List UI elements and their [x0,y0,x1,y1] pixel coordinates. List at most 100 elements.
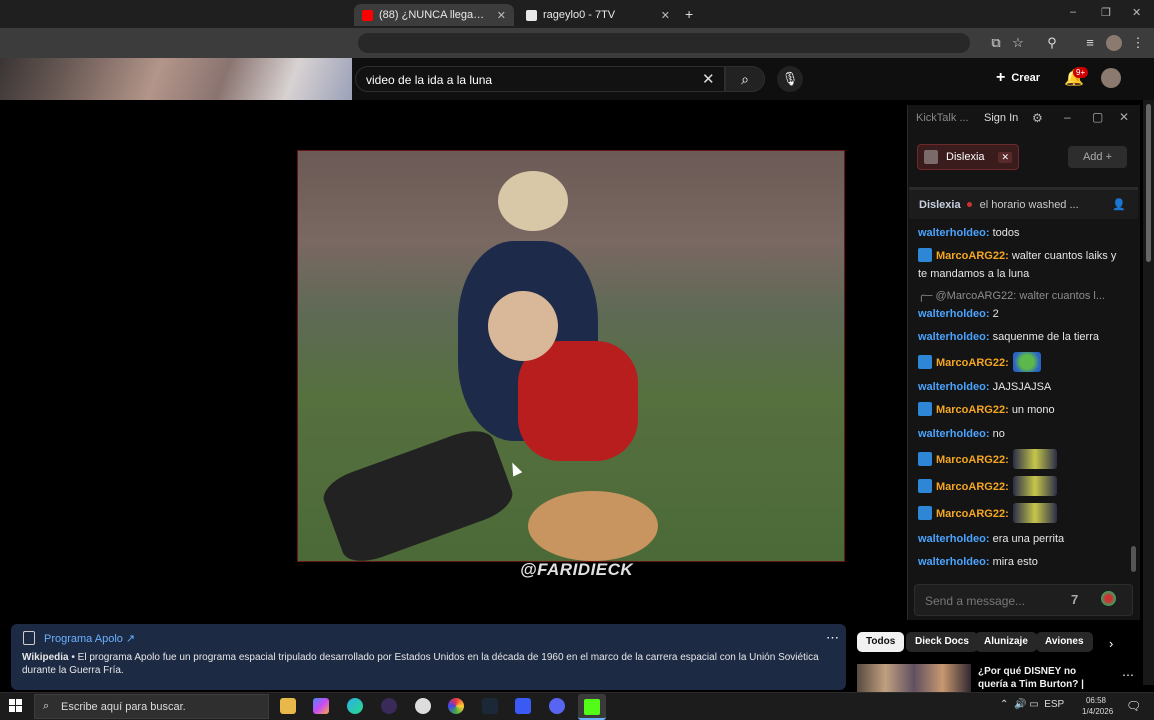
more-options-icon[interactable]: ⋯ [826,630,839,646]
user-badge-icon [918,248,932,262]
car-emote-icon[interactable] [1012,503,1057,523]
create-button[interactable]: + Crear [996,66,1040,90]
close-tab-icon[interactable]: ✕ [661,9,670,22]
pinned-message[interactable]: Dislexia el horario washed ... 👤 [909,187,1138,219]
close-window-icon[interactable]: ✕ [1132,6,1141,19]
maximize-window-icon[interactable]: ❐ [1101,6,1111,19]
edge-icon[interactable] [347,698,363,714]
chip-todos[interactable]: Todos [857,632,905,652]
reply-arrow-icon: ╭─ [918,290,933,302]
tab-title: rageylo0 - 7TV [543,9,616,21]
chat-username[interactable]: MarcoARG22: [936,404,1009,416]
windows-start-icon[interactable] [9,699,22,712]
person-icon[interactable]: 👤 [1112,198,1126,211]
close-tab-icon[interactable]: ✕ [497,9,506,22]
profile-avatar[interactable] [1106,35,1122,51]
clock-date: 1/4/2026 [1082,707,1114,716]
clock[interactable]: 06:58 1/4/2026 [1082,695,1114,717]
info-panel-text: Wikipedia • El programa Apolo fue un pro… [22,651,837,677]
user-badge-icon [918,402,932,416]
emote-picker-icon[interactable] [1101,591,1116,606]
reply-preview[interactable]: ╭─ @MarcoARG22: walter cuantos l... [918,287,1128,305]
extensions-icon[interactable]: ⚲ [1044,35,1060,51]
obs-icon[interactable] [381,698,397,714]
channel-tab-dislexia[interactable]: Dislexia ✕ [917,144,1019,170]
address-bar[interactable] [358,33,970,53]
tab-youtube[interactable]: (88) ¿NUNCA llegamos a la LUNA ✕ [354,4,514,26]
bookmark-star-icon[interactable]: ☆ [1010,35,1026,51]
kt-close-icon[interactable]: ✕ [1119,110,1129,124]
avatar[interactable] [1101,68,1121,88]
volume-icon[interactable]: 🔊 [1014,699,1026,710]
app-icon[interactable] [415,698,431,714]
chevron-right-icon[interactable]: › [1109,636,1113,651]
chat-text: mira esto [992,556,1038,568]
language-indicator[interactable]: ESP [1044,699,1064,710]
steam-icon[interactable] [482,698,498,714]
chat-username[interactable]: walterholdeo: [918,381,990,393]
chat-username[interactable]: MarcoARG22: [936,508,1009,520]
page-scrollbar[interactable] [1143,100,1154,685]
chevron-up-icon[interactable]: ⌃ [1000,699,1008,710]
system-tray[interactable]: ⌃ 🔊 ▭ ESP [1000,699,1064,710]
tab-7tv[interactable]: rageylo0 - 7TV ✕ [518,4,678,26]
add-label: Add [1082,151,1103,163]
info-panel-title[interactable]: Programa Apolo ↗ [44,632,135,645]
car-emote-icon[interactable] [1012,476,1057,496]
chat-username[interactable]: MarcoARG22: [936,454,1009,466]
chat-username[interactable]: MarcoARG22: [936,357,1009,369]
7tv-emote-icon[interactable]: 7 [1071,592,1078,607]
chat-message-input[interactable]: Send a message... [914,584,1133,616]
new-tab-icon[interactable]: + [685,6,693,22]
user-badge-icon [918,452,932,466]
taskbar-search[interactable]: ⌕ Escribe aquí para buscar. [34,694,269,719]
video-frame[interactable] [297,150,845,562]
kt-maximize-icon[interactable]: ▢ [1092,110,1103,124]
chat-username[interactable]: walterholdeo: [918,331,990,343]
menu-kebab-icon[interactable]: ⋮ [1130,35,1146,51]
file-explorer-icon[interactable] [280,698,296,714]
chat-username[interactable]: walterholdeo: [918,556,990,568]
sign-in-button[interactable]: Sign In [984,112,1018,124]
app-icon[interactable] [515,698,531,714]
car-emote-icon[interactable] [1012,449,1057,469]
chip-aviones[interactable]: Aviones [1036,632,1093,652]
chat-username[interactable]: MarcoARG22: [936,250,1009,262]
chat-username[interactable]: walterholdeo: [918,533,990,545]
cast-icon[interactable]: ⧉ [988,35,1004,51]
notification-badge: 9+ [1073,67,1089,78]
search-button[interactable]: ⌕ [725,66,765,92]
more-options-icon[interactable]: ⋯ [1122,668,1134,682]
chat-text: no [992,428,1005,440]
clear-search-icon[interactable]: ✕ [702,70,715,88]
chip-alunizaje[interactable]: Alunizaje [975,632,1037,652]
chat-text: un mono [1011,404,1055,416]
media-icon[interactable]: ≡ [1082,35,1098,51]
add-channel-button[interactable]: Add + [1068,146,1127,168]
minimize-window-icon[interactable]: – [1070,6,1076,18]
notification-center-icon[interactable]: 🗨 [1126,699,1141,713]
chrome-icon[interactable] [448,698,464,714]
kt-minimize-icon[interactable]: – [1064,110,1071,124]
chat-username[interactable]: walterholdeo: [918,428,990,440]
copilot-icon[interactable] [313,698,329,714]
chat-text: era una perrita [992,533,1065,545]
chat-username[interactable]: walterholdeo: [918,227,990,239]
child-head [498,171,568,231]
frog-emote-icon[interactable] [1012,352,1041,372]
gear-icon[interactable]: ⚙ [1032,111,1043,125]
close-channel-icon[interactable]: ✕ [998,151,1012,163]
chat-message: MarcoARG22: un mono [918,401,1128,419]
discord-icon[interactable] [549,698,565,714]
kick-app-button[interactable] [578,694,606,720]
scrollbar-thumb[interactable] [1146,104,1151,262]
channel-tab-label: Dislexia [946,151,985,163]
search-input[interactable]: video de la ida a la luna [355,66,725,92]
chip-dieck-docs[interactable]: Dieck Docs [906,632,978,652]
network-icon[interactable]: ▭ [1029,699,1038,710]
chat-username[interactable]: MarcoARG22: [936,481,1009,493]
chat-username[interactable]: walterholdeo: [918,308,990,320]
mic-icon[interactable]: 🎙 [777,66,803,92]
chat-scrollbar[interactable] [1131,546,1136,572]
recommendation-thumbnail[interactable] [857,664,971,694]
